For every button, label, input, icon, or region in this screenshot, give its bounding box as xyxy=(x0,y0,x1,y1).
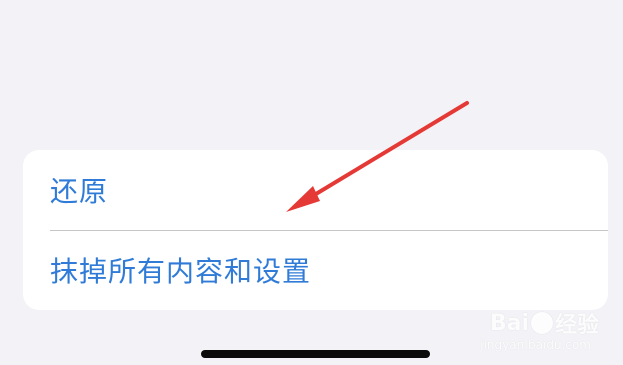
home-indicator[interactable] xyxy=(201,350,430,358)
watermark-brand: Bai xyxy=(489,310,529,336)
erase-all-content-and-settings-label: 抹掉所有内容和设置 xyxy=(50,255,312,288)
erase-all-content-and-settings-option[interactable]: 抹掉所有内容和设置 xyxy=(23,230,608,310)
reset-option-label: 还原 xyxy=(50,175,109,208)
watermark-suffix: 经验 xyxy=(554,313,599,338)
reset-option[interactable]: 还原 xyxy=(23,150,608,230)
watermark-subtext: jingyan.baidu.com xyxy=(480,338,591,352)
baidu-paw-icon xyxy=(530,312,553,334)
reset-options-card: 还原 抹掉所有内容和设置 xyxy=(23,150,608,310)
baidu-jingyan-watermark: Bai 经验 xyxy=(490,307,599,339)
